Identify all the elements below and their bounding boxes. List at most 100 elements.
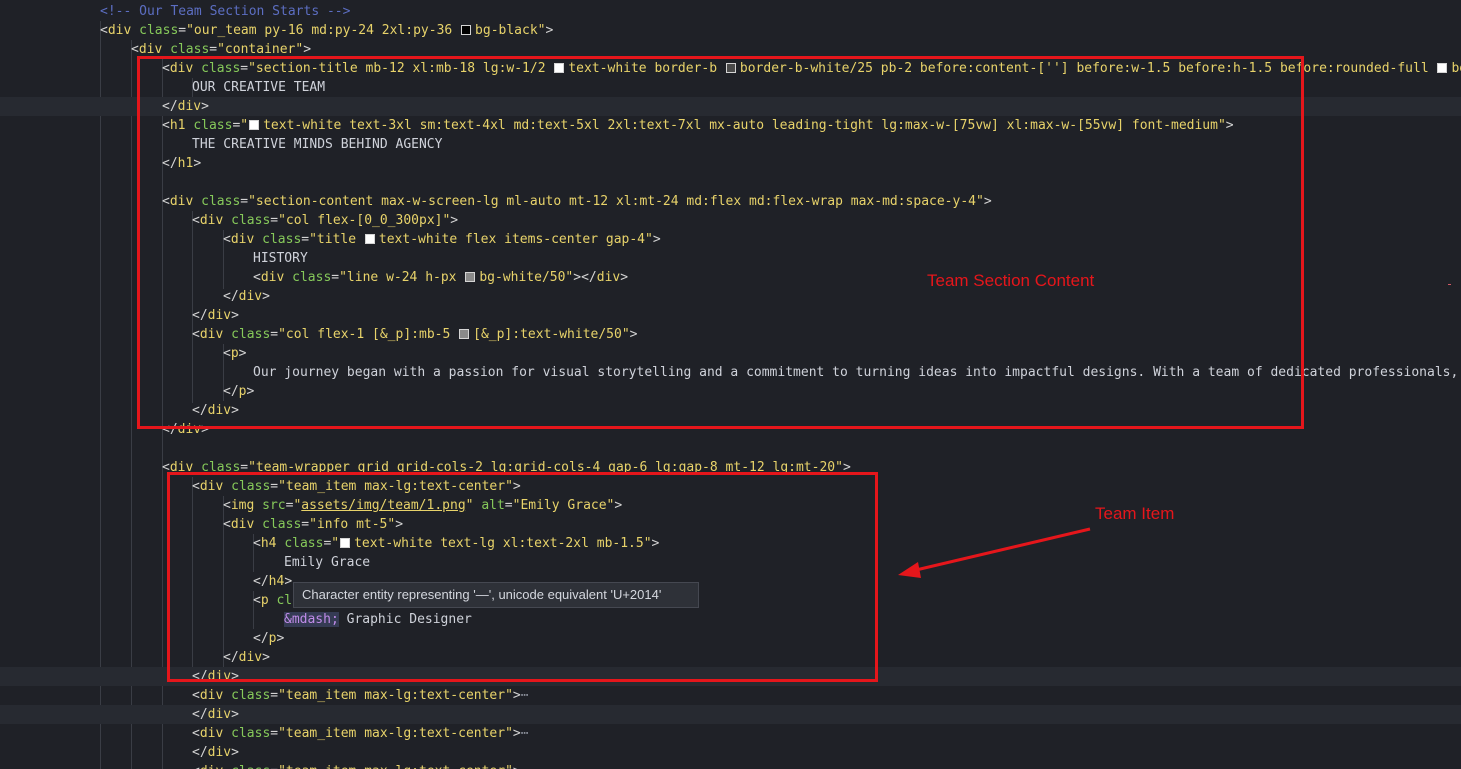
code-line[interactable]: <div class="team_item max-lg:text-center…: [0, 724, 1461, 743]
code-token: <: [100, 23, 108, 38]
code-token: div: [199, 726, 224, 741]
color-swatch-icon[interactable]: [364, 234, 375, 244]
code-line[interactable]: [0, 439, 1461, 458]
code-line[interactable]: <div class="section-title mb-12 xl:mb-18…: [0, 59, 1461, 78]
code-token: =: [270, 688, 279, 703]
code-line[interactable]: <div class="info mt-5">: [0, 515, 1461, 534]
code-token: =: [270, 764, 278, 769]
code-token: div: [238, 650, 263, 665]
code-line[interactable]: <div class="team_item max-lg:text-center…: [0, 477, 1461, 496]
code-token: div: [207, 707, 232, 722]
code-token: >: [262, 289, 270, 304]
code-line[interactable]: <img src="assets/img/team/1.png" alt="Em…: [0, 496, 1461, 515]
code-token: >: [238, 346, 247, 361]
code-token: >: [652, 232, 661, 247]
code-line[interactable]: <p>: [0, 344, 1461, 363]
code-line[interactable]: <div class="team_item max-lg:text-center…: [0, 762, 1461, 769]
scrollbar-marker: [1448, 284, 1451, 285]
code-token: </: [162, 99, 178, 114]
code-token: div: [107, 23, 132, 38]
code-line[interactable]: <div class="container">: [0, 40, 1461, 59]
code-line[interactable]: </div>: [0, 743, 1461, 762]
code-line[interactable]: <p cl: [0, 591, 1461, 610]
code-line[interactable]: OUR CREATIVE TEAM: [0, 78, 1461, 97]
code-line[interactable]: </div>: [0, 306, 1461, 325]
code-line[interactable]: <!-- Our Team Section Starts -->: [0, 2, 1461, 21]
code-token: =: [270, 327, 279, 342]
code-token: div: [169, 460, 194, 475]
code-line[interactable]: [0, 173, 1461, 192]
folded-ellipsis-icon[interactable]: ⋯: [521, 726, 529, 741]
code-token: <!-- Our Team Section Starts -->: [100, 4, 351, 19]
code-line[interactable]: <div class="our_team py-16 md:py-24 2xl:…: [0, 21, 1461, 40]
code-line[interactable]: </div>: [0, 97, 1461, 116]
code-line[interactable]: HISTORY: [0, 249, 1461, 268]
code-line[interactable]: </div>: [0, 420, 1461, 439]
code-token: >: [983, 194, 992, 209]
code-line[interactable]: <div class="section-content max-w-screen…: [0, 192, 1461, 211]
code-token: div: [596, 270, 621, 285]
code-token: </: [192, 745, 208, 760]
code-line[interactable]: <h1 class=" text-white text-3xl sm:text-4…: [0, 116, 1461, 135]
code-editor[interactable]: <!-- Our Team Section Starts --> <div cla…: [0, 0, 1461, 769]
code-token: <: [192, 479, 200, 494]
code-token: "Emily Grace": [512, 498, 615, 513]
code-line[interactable]: </div>: [0, 667, 1461, 686]
code-line[interactable]: <div class="team-wrapper grid grid-cols-…: [0, 458, 1461, 477]
code-token: "col flex-1 [&_p]:mb-5: [278, 327, 459, 342]
code-line[interactable]: </p>: [0, 629, 1461, 648]
code-token: =: [240, 194, 249, 209]
code-line[interactable]: Our journey began with a passion for vis…: [0, 363, 1461, 382]
code-line[interactable]: <div class="line w-24 h-px bg-white/50">…: [0, 268, 1461, 287]
code-token: >: [303, 42, 312, 57]
editor-scrollbar[interactable]: [1445, 0, 1461, 769]
code-line[interactable]: THE CREATIVE MINDS BEHIND AGENCY: [0, 135, 1461, 154]
code-line[interactable]: </h1>: [0, 154, 1461, 173]
color-swatch-icon[interactable]: [340, 538, 351, 548]
code-line[interactable]: <div class="col flex-1 [&_p]:mb-5 [&_p]:…: [0, 325, 1461, 344]
code-token: </: [192, 308, 208, 323]
code-token: div: [199, 479, 224, 494]
code-line[interactable]: <div class="title text-white flex items-…: [0, 230, 1461, 249]
color-swatch-icon[interactable]: [459, 329, 470, 339]
code-line[interactable]: </div>: [0, 287, 1461, 306]
color-swatch-icon[interactable]: [249, 120, 260, 130]
code-token: <: [162, 118, 170, 133]
code-line[interactable]: <div class="col flex-[0_0_300px]">: [0, 211, 1461, 230]
code-line[interactable]: <div class="team_item max-lg:text-center…: [0, 686, 1461, 705]
code-line[interactable]: </div>: [0, 648, 1461, 667]
color-swatch-icon[interactable]: [554, 63, 565, 73]
code-token: h1: [169, 118, 186, 133]
code-token: =: [301, 517, 310, 532]
code-line[interactable]: </div>: [0, 401, 1461, 420]
code-token: class: [231, 327, 271, 342]
code-line[interactable]: <h4 class=" text-white text-lg xl:text-2x…: [0, 534, 1461, 553]
folded-ellipsis-icon[interactable]: ⋯: [521, 688, 529, 703]
code-token: class: [193, 118, 233, 133]
code-line[interactable]: </p>: [0, 382, 1461, 401]
code-token: div: [207, 308, 232, 323]
code-token: </: [223, 384, 239, 399]
code-token: =: [331, 270, 340, 285]
code-token: div: [200, 764, 223, 769]
code-token: ></: [573, 270, 597, 285]
code-token: class: [262, 517, 302, 532]
code-token: </: [223, 650, 239, 665]
code-line[interactable]: Emily Grace: [0, 553, 1461, 572]
code-line[interactable]: </h4>: [0, 572, 1461, 591]
code-token: div: [199, 213, 224, 228]
color-swatch-icon[interactable]: [725, 63, 736, 73]
color-swatch-icon[interactable]: [461, 25, 472, 35]
code-token: "team-wrapper grid grid-cols-2 lg:grid-c…: [248, 460, 843, 475]
code-token: [&_p]:text-white/50": [473, 327, 630, 342]
code-token: alt: [481, 498, 505, 513]
color-swatch-icon[interactable]: [465, 272, 476, 282]
code-token[interactable]: assets/img/team/1.png: [301, 498, 465, 513]
code-line[interactable]: &mdash; Graphic Designer: [0, 610, 1461, 629]
code-token: >: [512, 479, 521, 494]
code-token: <: [192, 327, 200, 342]
code-line[interactable]: </div>: [0, 705, 1461, 724]
code-token: ": [240, 118, 249, 133]
